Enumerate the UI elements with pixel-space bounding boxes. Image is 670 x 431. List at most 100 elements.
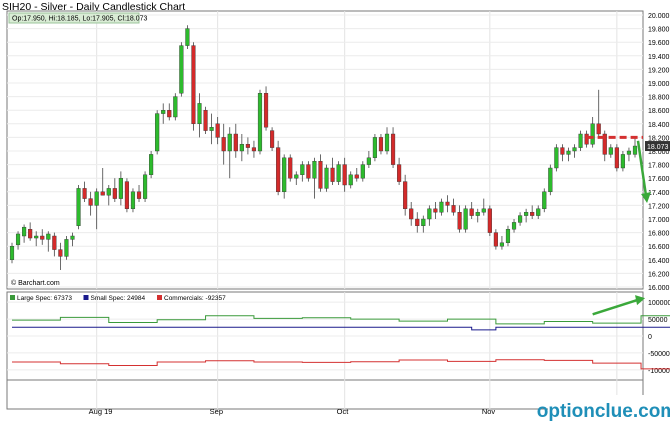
price-tick-label: 18.800 [648, 95, 670, 102]
candle-body [161, 109, 166, 114]
candle-body [276, 147, 281, 193]
x-tick-label: Nov [482, 407, 496, 416]
x-tick-label: Aug 19 [89, 407, 113, 416]
chart-svg: Aug 19SepOctNovDec20.00019.80019.60019.4… [6, 10, 670, 416]
candle-body [548, 167, 553, 192]
price-tick-label: 16.800 [648, 231, 670, 238]
candle-body [463, 208, 468, 230]
price-tick-label: 17.000 [648, 217, 670, 224]
candle-body [469, 208, 474, 216]
candle-body [106, 188, 111, 196]
price-tick-label: 18.400 [648, 122, 670, 129]
candle-body [270, 130, 275, 148]
candle-body [336, 164, 341, 182]
candle-body [130, 191, 136, 210]
price-tick-label: 17.600 [648, 176, 670, 183]
candle-body [227, 133, 232, 152]
candle-body [409, 208, 414, 220]
candle-body [354, 174, 359, 179]
candle-body [518, 215, 523, 223]
candle-body [524, 211, 529, 216]
legend-swatch [10, 295, 15, 300]
candle-body [112, 188, 117, 199]
x-tick-label: Sep [210, 407, 223, 416]
price-tick-label: 17.800 [648, 163, 670, 170]
candle-body [360, 164, 365, 179]
candle-body [221, 137, 226, 152]
candle-body [9, 245, 15, 260]
candle-body [433, 208, 438, 213]
candle-body [82, 188, 87, 199]
candle-body [251, 147, 257, 152]
watermark-logo: optionclue.com [537, 395, 670, 429]
cot-tick-label: -50000 [648, 351, 670, 358]
candle-body [499, 242, 505, 247]
price-tick-label: 18.600 [648, 108, 670, 115]
legend-swatch [83, 295, 89, 300]
candle-body [554, 147, 559, 169]
candle-body [136, 191, 142, 199]
candle-body [88, 198, 93, 206]
candle-body [70, 235, 75, 240]
candle-body [318, 160, 323, 189]
candle-body [572, 147, 577, 152]
candle-body [390, 133, 396, 165]
candle-body [312, 160, 317, 179]
candle-body [233, 133, 238, 152]
price-tick-label: 19.000 [648, 81, 670, 88]
candle-body [451, 205, 456, 213]
candle-body [384, 133, 390, 152]
source-label: © Barchart.com [11, 279, 60, 287]
price-tick-label: 19.400 [648, 54, 670, 61]
candle-body [324, 167, 329, 189]
legend-label: Commercials: -92357 [164, 295, 226, 302]
candle-body [15, 233, 21, 246]
candle-body [58, 249, 63, 257]
candle-body [614, 147, 619, 169]
legend-label: Large Spec: 67373 [17, 295, 72, 302]
price-panel [6, 10, 644, 290]
watermark-text: optionclue.com [536, 401, 670, 422]
price-tick-label: 16.400 [648, 258, 670, 265]
candle-body [578, 133, 583, 148]
candle-body [348, 174, 353, 186]
candle-body [596, 123, 601, 135]
candle-body [372, 137, 377, 158]
price-tick-label: 17.400 [648, 190, 670, 197]
candle-body [52, 235, 57, 250]
candle-body [505, 228, 511, 243]
candle-body [608, 147, 613, 155]
candle-body [100, 191, 105, 196]
candle-body [263, 92, 269, 128]
candle-body [215, 123, 220, 138]
cot-tick-label: 100000 [648, 300, 670, 307]
candle-body [173, 96, 178, 118]
candle-body [584, 133, 589, 145]
cot-tick-label: 0 [648, 334, 652, 341]
candle-body [191, 45, 196, 124]
last-price-label: 18.073 [647, 144, 669, 151]
candle-body [330, 167, 335, 182]
candle-body [445, 201, 450, 206]
candle-body [511, 222, 517, 230]
candle-body [427, 208, 432, 220]
candle-body [530, 211, 535, 216]
candle-body [34, 235, 39, 239]
candle-body [294, 174, 299, 179]
candle-body [209, 126, 214, 131]
x-tick-label: Oct [337, 407, 350, 416]
candle-body [632, 145, 638, 155]
candle-body [64, 239, 69, 257]
candle-body [179, 45, 184, 94]
candle-body [197, 103, 202, 125]
price-tick-label: 19.600 [648, 40, 670, 47]
candle-body [487, 208, 492, 233]
candle-body [378, 137, 384, 152]
candle-body [475, 211, 480, 216]
candle-body [257, 92, 263, 152]
candle-body [22, 226, 27, 237]
price-tick-label: 19.800 [648, 27, 670, 34]
candle-body [366, 157, 371, 165]
price-tick-label: 19.200 [648, 67, 670, 74]
candle-body [142, 174, 148, 199]
